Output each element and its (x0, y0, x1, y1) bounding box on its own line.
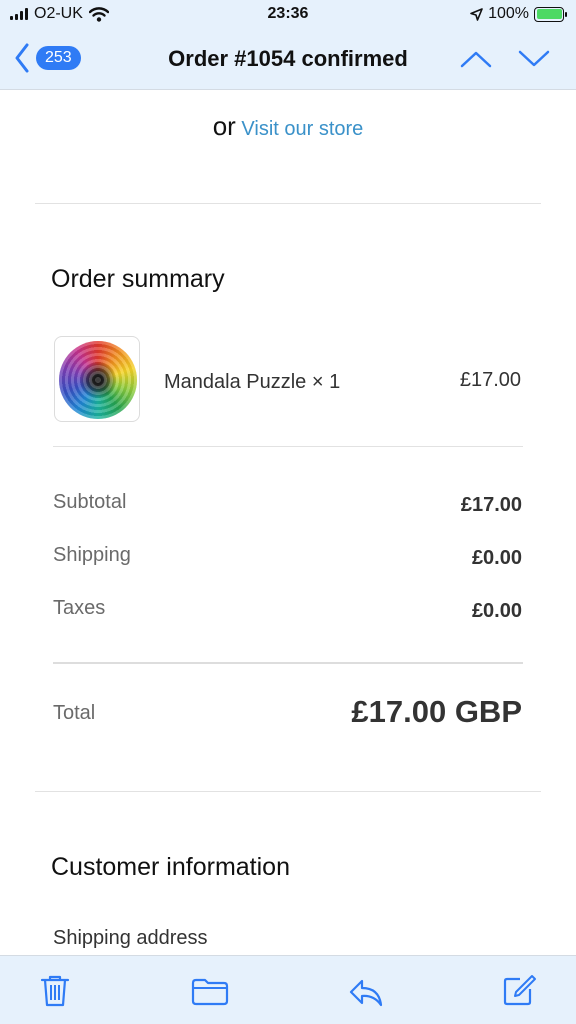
shipping-label: Shipping (53, 544, 131, 566)
taxes-label: Taxes (53, 597, 106, 619)
customer-information-title: Customer information (51, 853, 290, 881)
product-thumbnail (54, 336, 140, 422)
next-message-icon[interactable] (518, 48, 550, 70)
nav-bar: 253 Order #1054 confirmed (0, 30, 576, 90)
email-body[interactable]: or Visit our store Order summary Mandala… (0, 91, 576, 955)
subtotal-label: Subtotal (53, 491, 127, 513)
or-text: or (212, 111, 236, 141)
shipping-address-label: Shipping address (53, 927, 208, 949)
total-value: £17.00 GBP (351, 694, 522, 729)
shipping-value: £0.00 (471, 547, 522, 569)
battery-charging-icon (534, 6, 567, 22)
subtotal-value: £17.00 (460, 494, 522, 516)
divider (35, 791, 541, 792)
mandala-puzzle-image (59, 341, 137, 419)
store-link-line: or Visit our store (0, 111, 576, 142)
location-arrow-icon (470, 7, 483, 21)
status-right: 100% (470, 5, 567, 23)
divider (53, 446, 523, 447)
divider (53, 662, 523, 664)
battery-percent: 100% (488, 5, 529, 22)
compose-icon[interactable] (503, 974, 537, 1006)
order-summary-title: Order summary (51, 265, 225, 293)
folder-icon[interactable] (191, 978, 229, 1006)
trash-icon[interactable] (40, 974, 70, 1008)
reply-icon[interactable] (348, 978, 384, 1008)
bottom-toolbar (0, 955, 576, 1024)
previous-message-icon[interactable] (460, 48, 492, 70)
visit-store-link[interactable]: Visit our store (241, 118, 363, 140)
total-label: Total (53, 702, 96, 724)
item-price: £17.00 (459, 369, 521, 391)
item-name: Mandala Puzzle × 1 (164, 371, 341, 393)
divider (35, 203, 541, 204)
status-bar: O2-UK 23:36 100% (0, 0, 576, 30)
taxes-value: £0.00 (471, 600, 522, 622)
